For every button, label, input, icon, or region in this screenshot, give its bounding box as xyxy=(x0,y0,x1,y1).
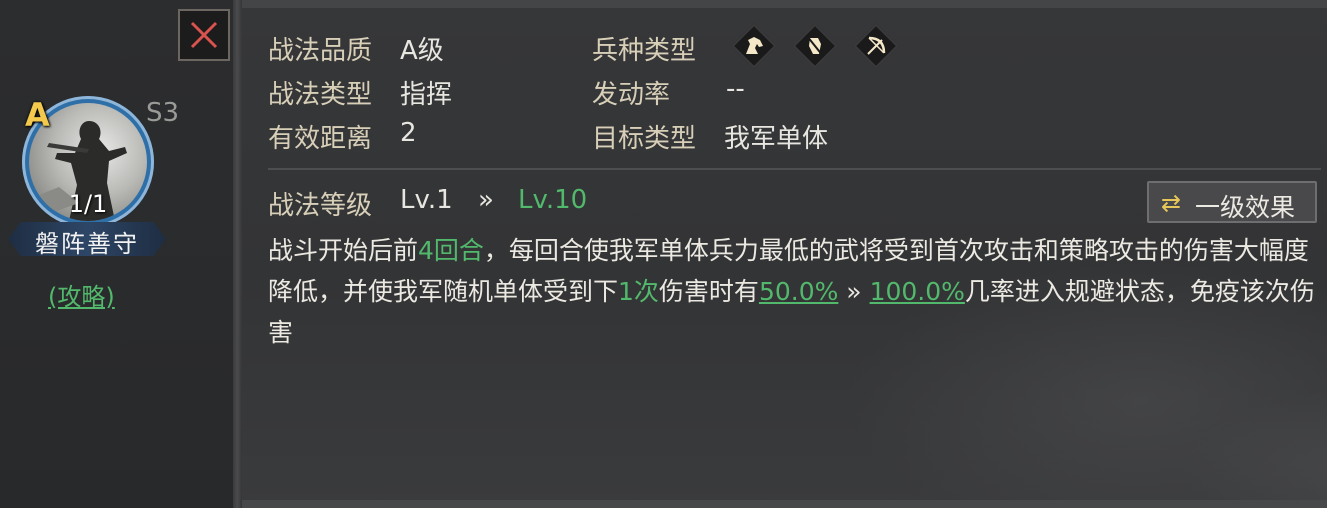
target-type-value: 我军单体 xyxy=(724,124,829,154)
toggle-effect-button[interactable]: ⇄ 一级效果 xyxy=(1147,181,1317,223)
target-type-label: 目标类型 xyxy=(592,124,697,154)
toggle-effect-label: 一级效果 xyxy=(1195,193,1296,222)
divider xyxy=(268,168,1321,170)
quality-label: 战法品质 xyxy=(268,36,373,66)
desc-text: 伤害时有 xyxy=(658,277,759,306)
desc-times: 1次 xyxy=(618,277,659,306)
troop-type-label: 兵种类型 xyxy=(592,36,697,66)
shield-icon xyxy=(792,23,838,69)
guide-link[interactable]: (攻略) xyxy=(48,277,115,312)
panel-divider xyxy=(233,0,242,508)
swap-icon: ⇄ xyxy=(1161,189,1182,217)
quality-value: A级 xyxy=(400,36,444,66)
desc-chance-lv1: 50.0% xyxy=(758,277,839,306)
skill-level-label: 战法等级 xyxy=(268,191,373,221)
trigger-rate-value: -- xyxy=(726,74,745,104)
desc-text: 战斗开始后前 xyxy=(268,236,419,265)
level-from: Lv.1 xyxy=(400,185,453,215)
close-icon xyxy=(190,21,218,49)
bottom-border xyxy=(242,500,1327,508)
top-border xyxy=(242,0,1327,8)
type-label: 战法类型 xyxy=(268,80,373,110)
desc-rounds: 4回合 xyxy=(418,236,484,265)
skill-count: 1/1 xyxy=(68,190,108,218)
trigger-rate-label: 发动率 xyxy=(592,80,671,110)
bow-icon xyxy=(853,23,899,69)
cavalry-icon xyxy=(731,23,777,69)
level-arrow-icon: » xyxy=(478,185,494,215)
skill-description: 战斗开始后前4回合，每回合使我军单体兵力最低的武将受到首次攻击和策略攻击的伤害大… xyxy=(268,230,1318,353)
type-value: 指挥 xyxy=(400,80,453,110)
range-label: 有效距离 xyxy=(268,124,373,154)
season-label: S3 xyxy=(146,98,180,128)
level-to: Lv.10 xyxy=(518,185,588,215)
desc-chance-lv10: 100.0% xyxy=(869,277,965,306)
desc-arrow: » xyxy=(838,277,870,306)
skill-name: 磐阵善守 xyxy=(35,230,139,258)
skill-grade-badge: A xyxy=(25,96,50,134)
range-value: 2 xyxy=(400,118,417,148)
close-button[interactable] xyxy=(178,9,230,61)
